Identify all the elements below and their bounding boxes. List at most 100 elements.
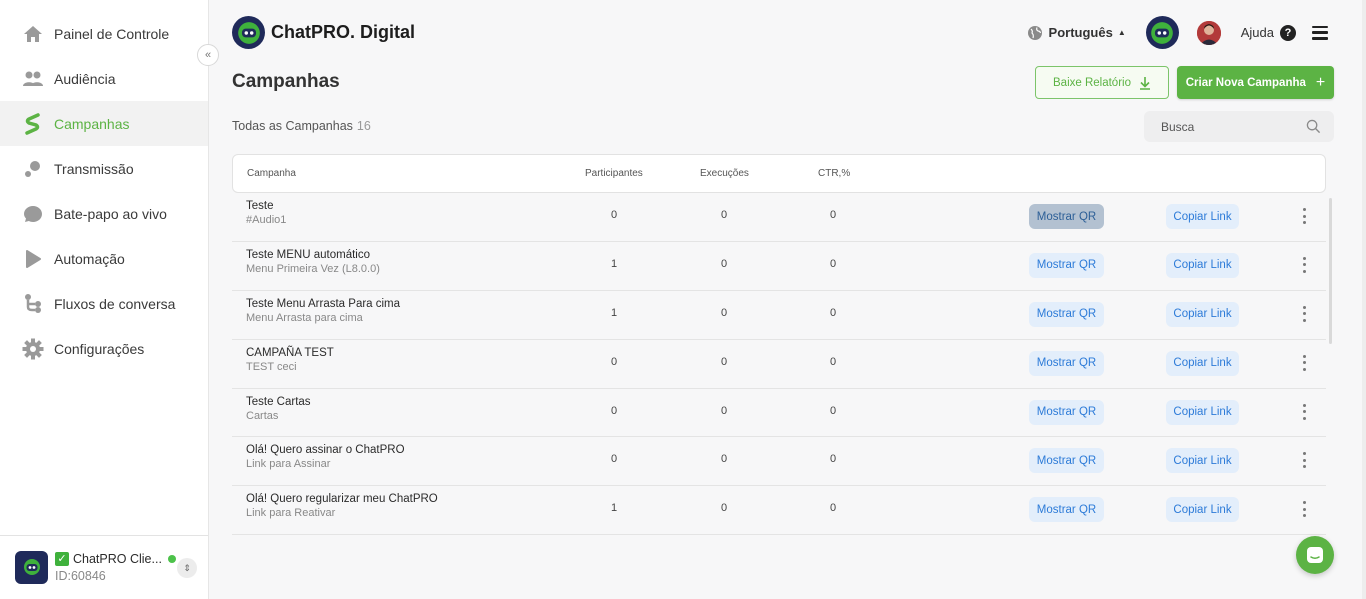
- ctr-value: 0: [829, 453, 837, 466]
- more-options-icon[interactable]: [1300, 403, 1308, 420]
- sidebar-item-transmissao[interactable]: Transmissão: [0, 146, 208, 191]
- chat-bubble-icon: [22, 203, 44, 225]
- search-icon[interactable]: [1306, 119, 1321, 134]
- chatpro-bot-icon[interactable]: [1145, 16, 1179, 49]
- verified-check-icon: ✓: [55, 552, 69, 566]
- show-qr-button[interactable]: Mostrar QR: [1029, 399, 1104, 425]
- globe-icon: [1027, 25, 1042, 40]
- table-row[interactable]: Teste MENU automático Menu Primeira Vez (…: [232, 242, 1326, 291]
- campaign-subtitle: TEST ceci: [246, 360, 297, 373]
- campaign-name: Teste MENU automático: [246, 248, 370, 261]
- participants-value: 1: [610, 306, 618, 319]
- more-options-icon[interactable]: [1300, 305, 1308, 322]
- brand[interactable]: ChatPRO. Digital: [232, 16, 415, 49]
- more-options-icon[interactable]: [1300, 354, 1308, 371]
- copy-link-button[interactable]: Copiar Link: [1166, 204, 1239, 229]
- show-qr-button[interactable]: Mostrar QR: [1029, 350, 1104, 376]
- sidebar: Painel de Controle Audiência Campanhas T…: [0, 0, 209, 599]
- people-icon: [22, 68, 44, 90]
- ctr-value: 0: [829, 404, 837, 417]
- campaign-table: Teste #Audio1 0 0 0 Mostrar QR Copiar Lin…: [232, 193, 1326, 536]
- show-qr-button[interactable]: Mostrar QR: [1029, 497, 1104, 523]
- sidebar-item-configuracoes[interactable]: Configurações: [0, 326, 208, 371]
- campaign-icon: [22, 112, 44, 135]
- chatpro-logo-icon: [232, 16, 265, 49]
- more-options-icon[interactable]: [1300, 452, 1308, 469]
- campaign-count: 16: [356, 119, 371, 133]
- account-switcher[interactable]: ✓ ChatPRO Clie... ID:60846 ⇕: [0, 535, 208, 599]
- campaign-subtitle: Link para Assinar: [246, 458, 331, 471]
- collapse-sidebar-button[interactable]: «: [197, 44, 219, 66]
- create-campaign-label: Criar Nova Campanha: [1185, 76, 1306, 89]
- sidebar-item-bate-papo[interactable]: Bate-papo ao vivo: [0, 191, 208, 236]
- account-id: ID:60846: [55, 569, 106, 583]
- show-qr-button[interactable]: Mostrar QR: [1029, 252, 1104, 278]
- sidebar-item-fluxos[interactable]: Fluxos de conversa: [0, 281, 208, 326]
- column-execucoes[interactable]: Execuções: [700, 168, 749, 179]
- more-options-icon[interactable]: [1300, 208, 1308, 224]
- table-row[interactable]: Teste Cartas Cartas 0 0 0 Mostrar QR Copi…: [232, 389, 1326, 438]
- sidebar-item-label: Campanhas: [54, 115, 130, 132]
- sidebar-item-painel[interactable]: Painel de Controle: [0, 11, 208, 56]
- copy-link-button[interactable]: Copiar Link: [1166, 252, 1239, 278]
- caret-up-icon: ▲: [1117, 28, 1126, 37]
- executions-value: 0: [720, 502, 728, 515]
- executions-value: 0: [720, 257, 728, 270]
- plus-icon: +: [1315, 73, 1326, 91]
- account-switch-icon[interactable]: ⇕: [177, 558, 197, 578]
- download-report-button[interactable]: Baixe Relatório: [1035, 66, 1169, 99]
- table-scrollbar[interactable]: [1329, 198, 1332, 344]
- ctr-value: 0: [829, 502, 837, 515]
- copy-link-button[interactable]: Copiar Link: [1166, 448, 1239, 474]
- campaign-subtitle: Menu Arrasta para cima: [246, 311, 363, 324]
- help-link[interactable]: Ajuda ?: [1240, 24, 1296, 41]
- participants-value: 0: [610, 355, 618, 368]
- user-avatar[interactable]: [1196, 20, 1221, 45]
- sidebar-item-audiencia[interactable]: Audiência: [0, 56, 208, 101]
- more-options-icon[interactable]: [1300, 256, 1308, 273]
- help-label: Ajuda: [1240, 25, 1274, 40]
- campaign-count-label: Todas as Campanhas 16: [232, 119, 371, 133]
- sidebar-item-label: Automação: [54, 250, 125, 267]
- table-row[interactable]: Olá! Quero assinar o ChatPRO Link para As…: [232, 437, 1326, 487]
- menu-icon[interactable]: [1312, 25, 1328, 40]
- ctr-value: 0: [829, 355, 837, 368]
- column-ctr[interactable]: CTR,%: [818, 168, 850, 179]
- sidebar-item-campanhas[interactable]: Campanhas: [0, 101, 208, 146]
- live-chat-launcher[interactable]: [1296, 536, 1334, 574]
- play-icon: [22, 248, 44, 270]
- online-status-dot: [167, 555, 176, 563]
- home-icon: [22, 23, 44, 45]
- show-qr-button[interactable]: Mostrar QR: [1029, 448, 1104, 474]
- table-row[interactable]: CAMPAÑA TEST TEST ceci 0 0 0 Mostrar QR C…: [232, 340, 1326, 389]
- show-qr-button[interactable]: Mostrar QR: [1029, 204, 1104, 229]
- language-selector[interactable]: Português ▲: [1027, 25, 1126, 41]
- copy-link-button[interactable]: Copiar Link: [1166, 350, 1239, 376]
- chat-launcher-icon: [1307, 547, 1323, 563]
- campaign-name: CAMPAÑA TEST: [246, 346, 334, 359]
- copy-link-button[interactable]: Copiar Link: [1166, 399, 1239, 425]
- all-campaigns-label: Todas as Campanhas: [232, 119, 353, 133]
- column-participantes[interactable]: Participantes: [585, 168, 643, 179]
- sidebar-item-label: Fluxos de conversa: [54, 295, 176, 312]
- show-qr-button[interactable]: Mostrar QR: [1029, 301, 1104, 327]
- table-row[interactable]: Teste #Audio1 0 0 0 Mostrar QR Copiar Lin…: [232, 193, 1326, 242]
- executions-value: 0: [720, 404, 728, 417]
- search-input[interactable]: Busca: [1144, 111, 1334, 142]
- executions-value: 0: [720, 306, 728, 319]
- create-campaign-button[interactable]: Criar Nova Campanha +: [1177, 66, 1334, 99]
- more-options-icon[interactable]: [1300, 501, 1308, 518]
- table-row[interactable]: Olá! Quero regularizar meu ChatPRO Link p…: [232, 486, 1326, 536]
- campaign-name: Olá! Quero assinar o ChatPRO: [246, 444, 405, 457]
- column-campanha[interactable]: Campanha: [247, 168, 296, 179]
- ctr-value: 0: [829, 257, 837, 270]
- campaign-name: Olá! Quero regularizar meu ChatPRO: [246, 493, 438, 506]
- table-row[interactable]: Teste Menu Arrasta Para cima Menu Arrasta…: [232, 291, 1326, 340]
- broadcast-icon: [22, 158, 44, 180]
- sidebar-item-automacao[interactable]: Automação: [0, 236, 208, 281]
- copy-link-button[interactable]: Copiar Link: [1166, 497, 1239, 523]
- copy-link-button[interactable]: Copiar Link: [1166, 301, 1239, 327]
- download-icon: [1139, 76, 1150, 90]
- campaign-subtitle: Menu Primeira Vez (L8.0.0): [246, 262, 380, 275]
- campaign-name: Teste: [246, 200, 274, 212]
